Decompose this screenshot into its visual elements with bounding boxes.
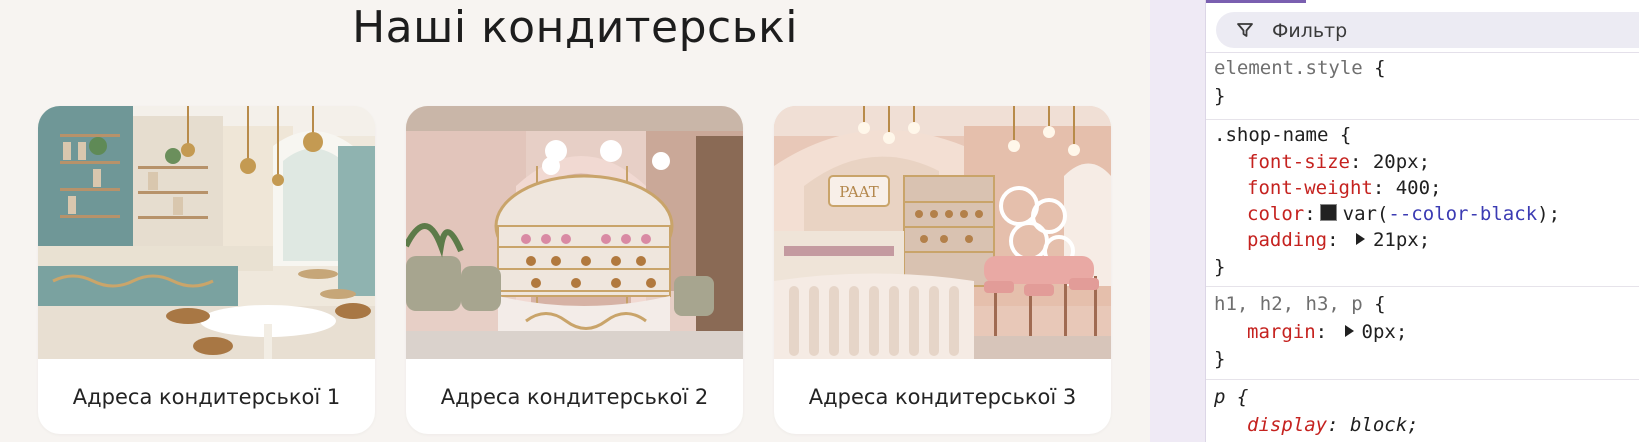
rule-selector: h1, h2, h3, p	[1214, 293, 1363, 315]
shop-photo-3: PAAT	[774, 106, 1111, 359]
filter-icon	[1237, 23, 1253, 37]
devtools-styles-pane: Фильтр element.style { } .shop-name { fo…	[1205, 0, 1639, 442]
property-name[interactable]: display	[1247, 414, 1327, 436]
expand-triangle-icon[interactable]	[1355, 233, 1365, 245]
shop-card-3[interactable]: PAAT Адреса кондитерської 3	[774, 106, 1111, 434]
rule-selector: .shop-name	[1214, 124, 1329, 146]
property-value[interactable]: 21px;	[1373, 229, 1430, 251]
property-value[interactable]: block;	[1350, 414, 1419, 436]
rule-selector: p	[1214, 386, 1226, 408]
property-name[interactable]: color	[1247, 203, 1304, 225]
shop-photo-1	[38, 106, 375, 359]
brace-open: {	[1236, 386, 1249, 408]
property-value[interactable]: 0px;	[1362, 321, 1408, 343]
brace-open: {	[1374, 57, 1386, 79]
declaration[interactable]: color: var(--color-black);	[1247, 201, 1560, 228]
declaration[interactable]: margin: 0px;	[1247, 319, 1407, 346]
brace-open: {	[1374, 293, 1386, 315]
expand-triangle-icon[interactable]	[1344, 325, 1354, 337]
shop-name: Адреса кондитерської 3	[808, 384, 1077, 409]
declaration[interactable]: display: block;	[1247, 412, 1419, 439]
devtools-gutter	[1150, 0, 1205, 442]
filter-input[interactable]: Фильтр	[1216, 12, 1639, 48]
page-title: Наші кондитерські	[352, 2, 798, 53]
declaration[interactable]: padding: 21px;	[1247, 227, 1430, 254]
brace-close: }	[1214, 348, 1226, 370]
declaration[interactable]: font-size: 20px;	[1247, 149, 1430, 176]
active-tab-indicator	[1206, 0, 1306, 3]
property-name[interactable]: font-weight	[1247, 177, 1373, 199]
svg-text:PAAT: PAAT	[839, 183, 879, 201]
rule-shop-name[interactable]: .shop-name { font-size: 20px; font-weigh…	[1206, 120, 1639, 287]
rule-selector: element.style	[1214, 57, 1363, 79]
property-value[interactable]: 400;	[1396, 177, 1442, 199]
var-function: var(	[1342, 203, 1389, 225]
styles-toolbar: Фильтр	[1206, 4, 1639, 53]
rule-element-style[interactable]: element.style { }	[1206, 53, 1639, 120]
brace-open: {	[1339, 124, 1352, 146]
shop-card-2[interactable]: Адреса кондитерської 2	[406, 106, 743, 434]
var-close: );	[1537, 203, 1561, 225]
css-variable[interactable]: --color-black	[1388, 203, 1537, 225]
page-content: Наші кондитерські Адреса кондитерської 1…	[0, 0, 1150, 442]
rule-p[interactable]: p { display: block;	[1206, 380, 1639, 442]
brace-close: }	[1214, 256, 1226, 278]
property-name[interactable]: font-size	[1247, 151, 1350, 173]
color-swatch[interactable]	[1319, 204, 1337, 221]
shop-card-1[interactable]: Адреса кондитерської 1	[38, 106, 375, 434]
property-name[interactable]: margin	[1247, 321, 1316, 343]
rule-headings[interactable]: h1, h2, h3, p { margin: 0px; }	[1206, 287, 1639, 380]
shop-name: Адреса кондитерської 1	[72, 384, 341, 409]
shop-photo-2	[406, 106, 743, 359]
shop-name: Адреса кондитерської 2	[440, 384, 709, 409]
brace-close: }	[1214, 85, 1226, 107]
filter-placeholder: Фильтр	[1272, 20, 1348, 42]
property-value[interactable]: 20px;	[1373, 151, 1430, 173]
property-name[interactable]: padding	[1247, 229, 1327, 251]
declaration[interactable]: font-weight: 400;	[1247, 175, 1442, 202]
